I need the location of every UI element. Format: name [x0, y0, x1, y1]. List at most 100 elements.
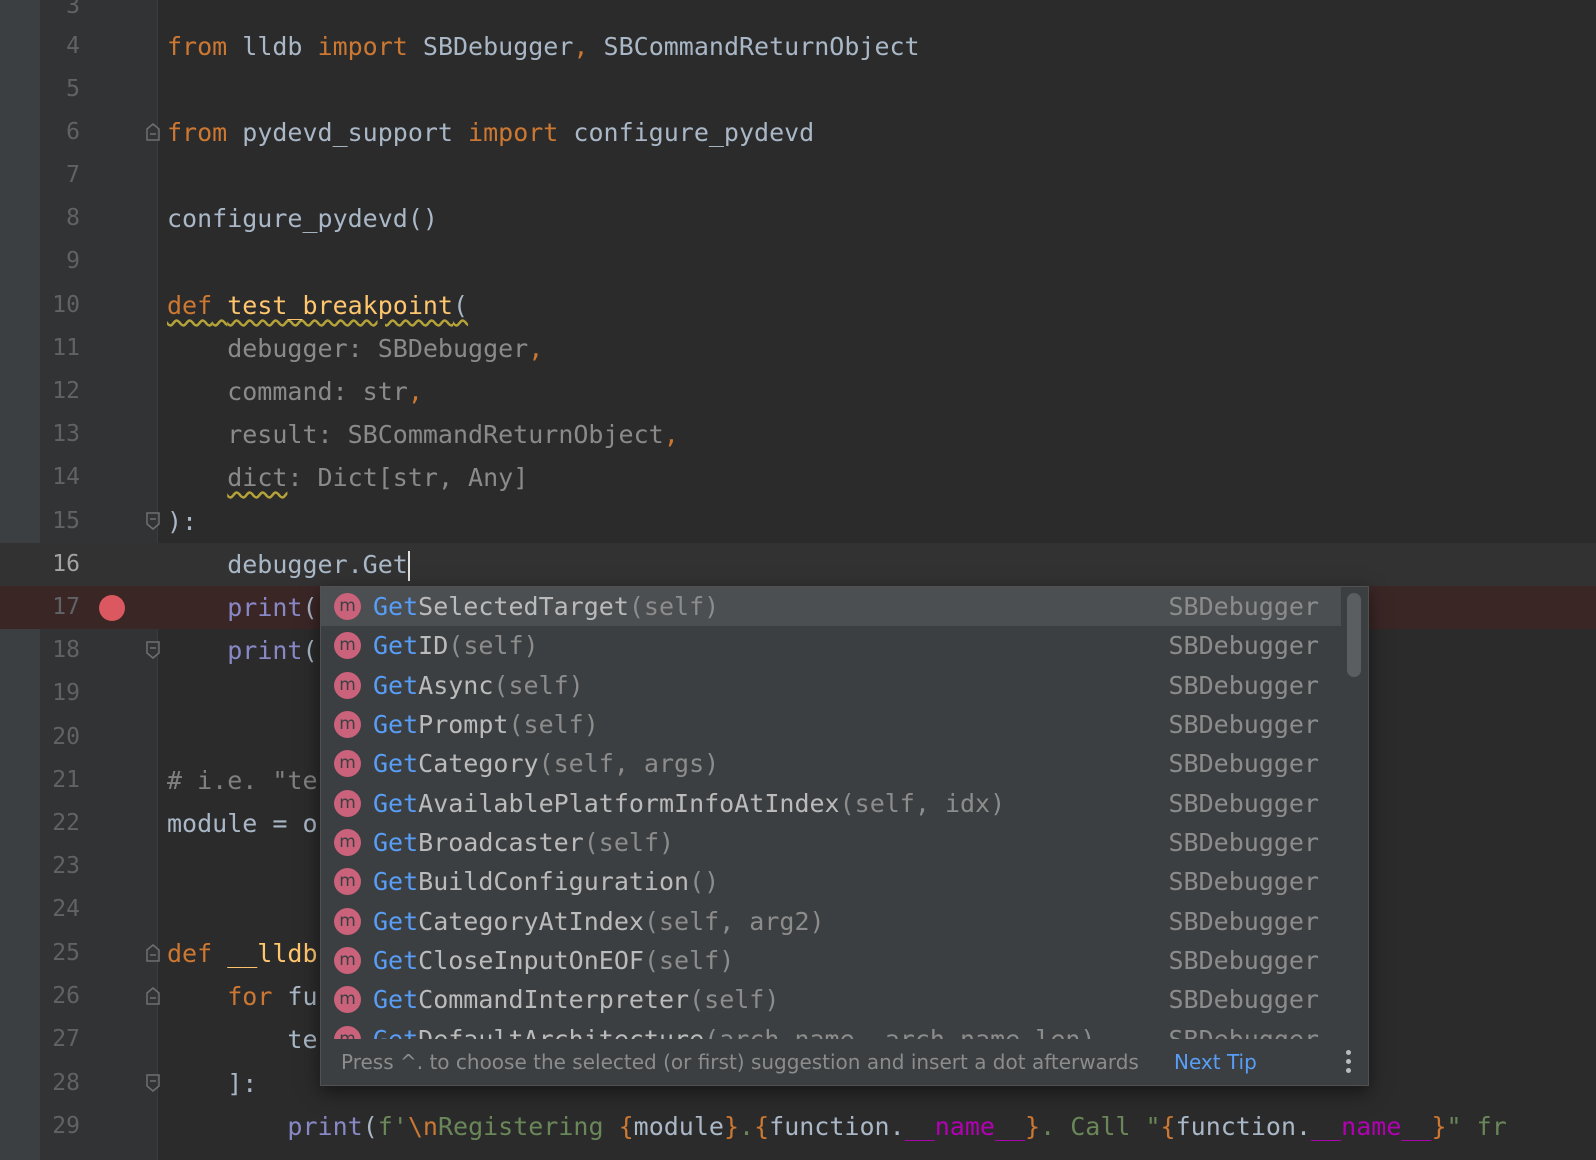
- code-text[interactable]: result: SBCommandReturnObject,: [167, 413, 679, 456]
- line-number: 11: [52, 335, 80, 361]
- code-text[interactable]: from lldb import SBDebugger, SBCommandRe…: [167, 25, 920, 68]
- code-line: 5: [0, 68, 1596, 111]
- completion-item[interactable]: m GetAvailablePlatformInfoAtIndex(self, …: [321, 784, 1341, 823]
- code-line: 6 from pydevd_support import configure_p…: [0, 111, 1596, 154]
- method-icon: m: [334, 829, 361, 856]
- code-completion-popup[interactable]: m GetSelectedTarget(self) SBDebugger m G…: [320, 586, 1369, 1086]
- code-line: 12 command: str,: [0, 370, 1596, 413]
- code-line: 10 def test_breakpoint(: [0, 284, 1596, 327]
- breakpoint-icon[interactable]: [99, 595, 125, 621]
- code-line: 9: [0, 240, 1596, 283]
- code-text[interactable]: command: str,: [167, 370, 423, 413]
- line-number: 7: [66, 162, 80, 188]
- code-line: 11 debugger: SBDebugger,: [0, 327, 1596, 370]
- method-icon: m: [334, 672, 361, 699]
- code-text[interactable]: from pydevd_support import configure_pyd…: [167, 111, 814, 154]
- line-number: 29: [52, 1113, 80, 1139]
- fold-marker-icon[interactable]: [146, 944, 160, 962]
- completion-item-type: SBDebugger: [1168, 631, 1319, 660]
- code-text[interactable]: for fu: [167, 975, 317, 1018]
- completion-item[interactable]: m GetID(self) SBDebugger: [321, 626, 1341, 665]
- method-icon: m: [334, 947, 361, 974]
- line-number: 17: [52, 594, 80, 620]
- method-icon: m: [334, 908, 361, 935]
- code-text[interactable]: debugger.Get: [167, 543, 410, 586]
- code-text[interactable]: module = o: [167, 802, 318, 845]
- completion-item-type: SBDebugger: [1168, 592, 1319, 621]
- code-line: 8 configure_pydevd(): [0, 197, 1596, 240]
- line-number: 13: [52, 421, 80, 447]
- line-number: 28: [52, 1070, 80, 1096]
- line-number: 24: [52, 896, 80, 922]
- fold-end-marker-icon[interactable]: [146, 641, 160, 659]
- next-tip-link[interactable]: Next Tip: [1174, 1039, 1257, 1085]
- code-line: 13 result: SBCommandReturnObject,: [0, 413, 1596, 456]
- code-text[interactable]: te: [167, 1018, 317, 1061]
- line-number: 12: [52, 378, 80, 404]
- line-number: 25: [52, 940, 80, 966]
- code-line: 3: [0, 0, 1596, 28]
- completion-item-type: SBDebugger: [1168, 867, 1319, 896]
- code-text[interactable]: print(f'\nRegistering {module}.{function…: [167, 1105, 1506, 1148]
- completion-item[interactable]: m GetCategory(self, args) SBDebugger: [321, 744, 1341, 783]
- line-number: 3: [66, 0, 80, 19]
- completion-item-type: SBDebugger: [1168, 1020, 1319, 1039]
- code-line: 7: [0, 154, 1596, 197]
- code-line: 4 from lldb import SBDebugger, SBCommand…: [0, 25, 1596, 68]
- code-comment[interactable]: # i.e. "te: [167, 759, 318, 802]
- code-text[interactable]: ]:: [167, 1062, 257, 1105]
- line-number: 26: [52, 983, 80, 1009]
- completion-item-type: SBDebugger: [1168, 946, 1319, 975]
- code-text[interactable]: def test_breakpoint(: [167, 284, 468, 327]
- fold-marker-icon[interactable]: [146, 123, 160, 141]
- completion-item[interactable]: m GetBuildConfiguration() SBDebugger: [321, 862, 1341, 901]
- line-number: 23: [52, 853, 80, 879]
- code-text[interactable]: configure_pydevd(): [167, 197, 438, 240]
- completion-hint: Press ^. to choose the selected (or firs…: [341, 1050, 1139, 1074]
- code-text[interactable]: def __lldb: [167, 932, 318, 975]
- more-options-icon[interactable]: [1343, 1050, 1353, 1076]
- code-line: 15 ):: [0, 500, 1596, 543]
- completion-item[interactable]: m GetCategoryAtIndex(self, arg2) SBDebug…: [321, 902, 1341, 941]
- line-number: 20: [52, 724, 80, 750]
- completion-item-type: SBDebugger: [1168, 671, 1319, 700]
- line-number: 5: [66, 76, 80, 102]
- current-code-line: 16 debugger.Get: [0, 543, 1596, 586]
- line-number: 19: [52, 680, 80, 706]
- code-text[interactable]: print(: [167, 586, 317, 629]
- completion-item-type: SBDebugger: [1168, 749, 1319, 778]
- completion-item[interactable]: m GetPrompt(self) SBDebugger: [321, 705, 1341, 744]
- completion-item[interactable]: m GetCloseInputOnEOF(self) SBDebugger: [321, 941, 1341, 980]
- method-icon: m: [334, 1026, 361, 1039]
- code-text[interactable]: print(: [167, 629, 317, 672]
- line-number: 4: [66, 33, 80, 59]
- line-number: 22: [52, 810, 80, 836]
- fold-end-marker-icon[interactable]: [146, 1074, 160, 1092]
- completion-footer: Press ^. to choose the selected (or firs…: [321, 1039, 1368, 1085]
- line-number: 10: [52, 292, 80, 318]
- completion-item[interactable]: m GetCommandInterpreter(self) SBDebugger: [321, 980, 1341, 1019]
- code-text[interactable]: dict: Dict[str, Any]: [167, 456, 528, 499]
- code-text[interactable]: ):: [167, 500, 197, 543]
- completion-item-type: SBDebugger: [1168, 789, 1319, 818]
- code-line: 29 print(f'\nRegistering {module}.{funct…: [0, 1105, 1596, 1148]
- line-number: 8: [66, 205, 80, 231]
- completion-scrollbar[interactable]: [1347, 593, 1361, 677]
- text-caret: [407, 551, 410, 581]
- code-editor[interactable]: 3 4 from lldb import SBDebugger, SBComma…: [0, 0, 1596, 1160]
- method-icon: m: [334, 986, 361, 1013]
- line-number: 18: [52, 637, 80, 663]
- fold-end-marker-icon[interactable]: [146, 512, 160, 530]
- completion-item-type: SBDebugger: [1168, 907, 1319, 936]
- completion-item[interactable]: m GetSelectedTarget(self) SBDebugger: [321, 587, 1341, 626]
- completion-item[interactable]: m GetAsync(self) SBDebugger: [321, 666, 1341, 705]
- completion-item[interactable]: m GetDefaultArchitecture(arch_name, arch…: [321, 1020, 1341, 1039]
- fold-marker-icon[interactable]: [146, 987, 160, 1005]
- code-text[interactable]: debugger: SBDebugger,: [167, 327, 543, 370]
- completion-item-type: SBDebugger: [1168, 828, 1319, 857]
- method-icon: m: [334, 868, 361, 895]
- method-icon: m: [334, 790, 361, 817]
- completion-list[interactable]: m GetSelectedTarget(self) SBDebugger m G…: [321, 587, 1341, 1039]
- completion-item[interactable]: m GetBroadcaster(self) SBDebugger: [321, 823, 1341, 862]
- code-line: 14 dict: Dict[str, Any]: [0, 456, 1596, 499]
